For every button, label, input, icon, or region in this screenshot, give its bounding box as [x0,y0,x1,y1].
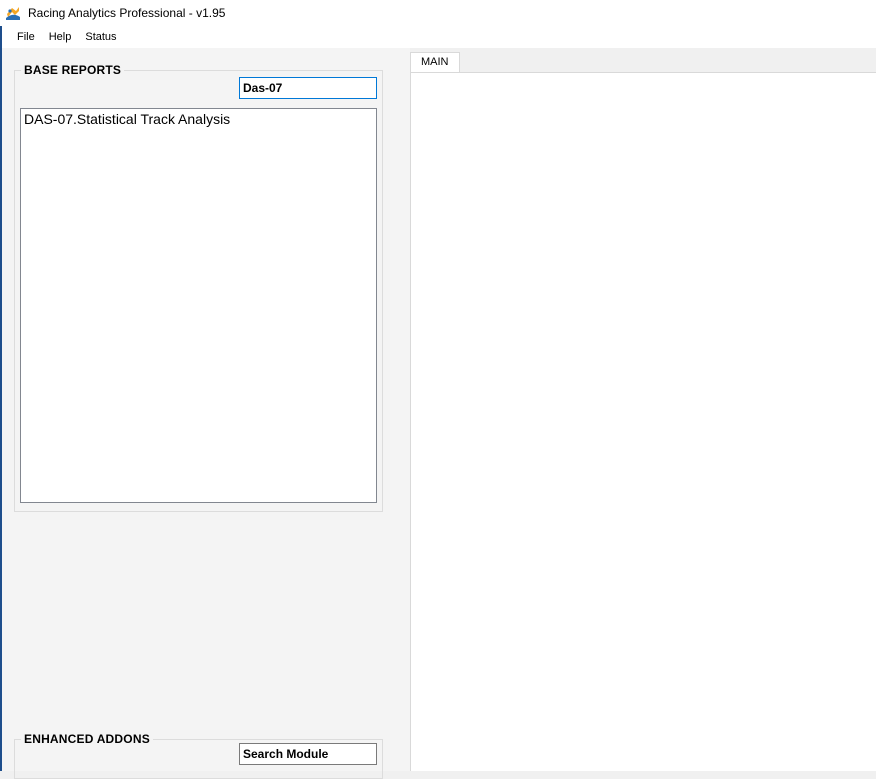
title-bar: Racing Analytics Professional - v1.95 [0,0,876,26]
enhanced-addons-title: ENHANCED ADDONS [21,732,153,746]
enhanced-addons-group: ENHANCED ADDONS [14,732,383,779]
menu-status[interactable]: Status [78,27,123,47]
base-reports-filter-input[interactable] [239,77,377,99]
main-tab-panel [410,72,876,771]
tab-strip: MAIN [410,48,876,73]
right-pane: MAIN [410,48,876,771]
menu-bar: File Help Status [2,26,876,48]
menu-file[interactable]: File [10,27,42,47]
window-title: Racing Analytics Professional - v1.95 [28,6,226,20]
menu-help[interactable]: Help [42,27,79,47]
tab-main[interactable]: MAIN [410,52,460,73]
base-reports-group: BASE REPORTS DAS-07.Statistical Track An… [14,63,383,512]
base-reports-list[interactable]: DAS-07.Statistical Track Analysis [20,108,377,503]
left-pane: BASE REPORTS DAS-07.Statistical Track An… [2,48,410,779]
app-logo-icon [4,4,22,22]
list-item[interactable]: DAS-07.Statistical Track Analysis [21,109,376,129]
enhanced-addons-search-input[interactable] [239,743,377,765]
base-reports-title: BASE REPORTS [21,63,125,77]
